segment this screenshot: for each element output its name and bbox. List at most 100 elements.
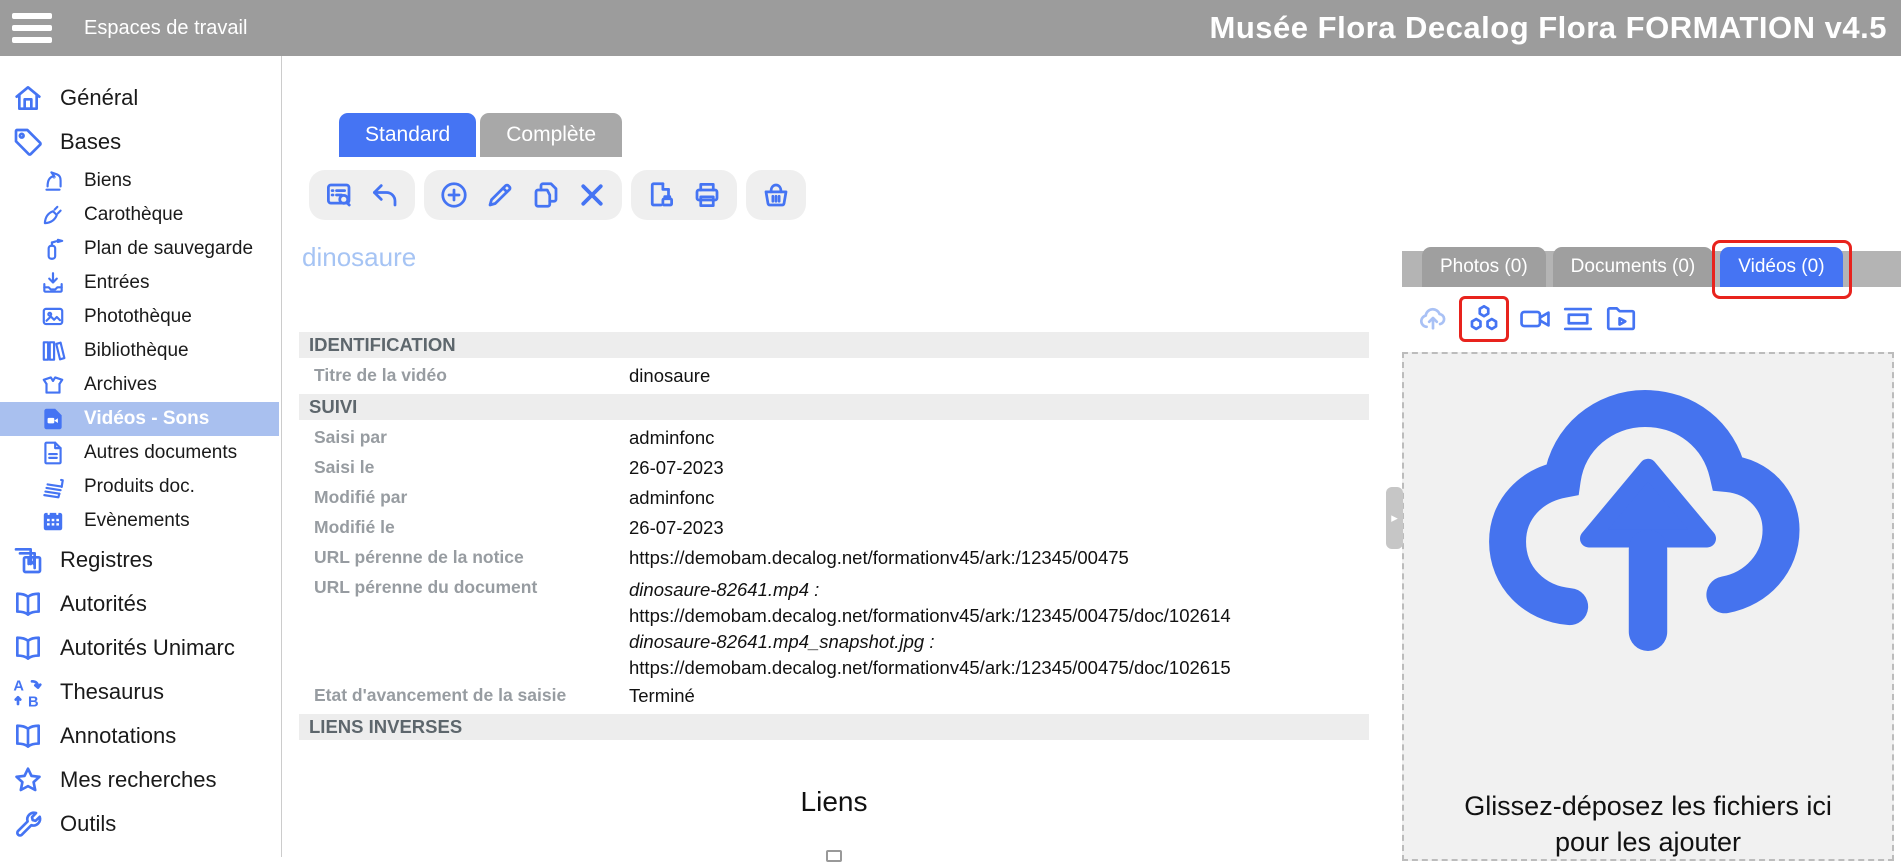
- fire-extinguisher-icon: [40, 236, 66, 262]
- sidebar-item-label: Biens: [84, 170, 132, 192]
- sidebar-item-entrees[interactable]: Entrées: [0, 266, 281, 300]
- dropzone-instructions: Glissez-déposez les fichiers ici pour le…: [1404, 788, 1892, 860]
- home-icon: [12, 82, 44, 114]
- app-header: Espaces de travail Musée Flora Decalog F…: [0, 0, 1901, 56]
- field-value: dinosaure-82641.mp4 : https://demobam.de…: [629, 577, 1369, 681]
- media-toolbar: [1416, 296, 1638, 342]
- media-tabs: Photos (0) Documents (0) Vidéos (0): [1422, 247, 1843, 287]
- sidebar-item-videos-sons[interactable]: Vidéos - Sons: [0, 402, 279, 436]
- sidebar-item-registres[interactable]: Registres: [0, 538, 281, 582]
- cloud-upload-icon[interactable]: [1416, 302, 1450, 336]
- tab-photos[interactable]: Photos (0): [1422, 247, 1546, 287]
- document-icon: [40, 440, 66, 466]
- open-book-icon: [12, 720, 44, 752]
- dropzone-line1: Glissez-déposez les fichiers ici: [1404, 788, 1892, 824]
- workspace-label[interactable]: Espaces de travail: [84, 17, 247, 40]
- sidebar-item-label: Bibliothèque: [84, 340, 189, 362]
- field-url-document: URL pérenne du document dinosaure-82641.…: [299, 573, 1369, 681]
- sidebar-item-label: Général: [60, 85, 138, 111]
- tab-standard[interactable]: Standard: [339, 113, 476, 157]
- basket-icon[interactable]: [761, 180, 791, 210]
- sidebar-item-outils[interactable]: Outils: [0, 802, 281, 846]
- app-title: Musée Flora Decalog Flora FORMATION v4.5: [1210, 10, 1887, 46]
- wrench-icon: [12, 808, 44, 840]
- sidebar-item-label: Outils: [60, 811, 116, 837]
- film-timeline-icon[interactable]: [1561, 302, 1595, 336]
- sidebar-item-archives[interactable]: Archives: [0, 368, 281, 402]
- panel-splitter-handle[interactable]: ▸: [1386, 487, 1403, 549]
- sidebar-item-label: Evènements: [84, 510, 190, 532]
- field-value: adminfonc: [629, 487, 1369, 509]
- open-book-icon: [12, 588, 44, 620]
- record-toolbar: [309, 170, 806, 220]
- field-value: adminfonc: [629, 427, 1369, 449]
- sidebar-item-thesaurus[interactable]: AB Thesaurus: [0, 670, 281, 714]
- hamburger-menu-icon[interactable]: [12, 13, 52, 43]
- sidebar-item-bases[interactable]: Bases: [0, 120, 281, 164]
- paper-stack-icon: [40, 474, 66, 500]
- toolbar-group-basket: [746, 170, 806, 220]
- sidebar-item-label: Vidéos - Sons: [84, 408, 209, 430]
- section-suivi: SUIVI: [299, 394, 1369, 420]
- sidebar-item-evenements[interactable]: Evènements: [0, 504, 281, 538]
- liens-heading: Liens: [299, 786, 1369, 818]
- red-annotation-cubes-icon: [1459, 296, 1509, 342]
- sidebar-item-biens[interactable]: Biens: [0, 164, 281, 198]
- export-document-icon[interactable]: [646, 180, 676, 210]
- sidebar-item-bibliotheque[interactable]: Bibliothèque: [0, 334, 281, 368]
- sidebar-item-label: Autorités: [60, 591, 147, 617]
- tab-complete[interactable]: Complète: [480, 113, 622, 157]
- field-etat: Etat d'avancement de la saisie Terminé: [299, 681, 1369, 711]
- delete-x-icon[interactable]: [577, 180, 607, 210]
- undo-icon[interactable]: [370, 180, 400, 210]
- sidebar-item-annotations[interactable]: Annotations: [0, 714, 281, 758]
- sidebar-item-label: Autorités Unimarc: [60, 635, 235, 661]
- cubes-icon[interactable]: [1467, 302, 1501, 336]
- sidebar-item-plan-de-sauvegarde[interactable]: Plan de sauvegarde: [0, 232, 281, 266]
- sidebar-item-produits-doc[interactable]: Produits doc.: [0, 470, 281, 504]
- tab-documents[interactable]: Documents (0): [1553, 247, 1714, 287]
- sidebar-item-label: Carothèque: [84, 204, 183, 226]
- sidebar-item-phototheque[interactable]: Photothèque: [0, 300, 281, 334]
- sidebar-item-label: Mes recherches: [60, 767, 217, 793]
- sidebar-item-autorites[interactable]: Autorités: [0, 582, 281, 626]
- record-title: dinosaure: [302, 242, 416, 273]
- file-dropzone[interactable]: Glissez-déposez les fichiers ici pour le…: [1402, 352, 1894, 861]
- sort-ab-icon: AB: [12, 676, 44, 708]
- tag-icon: [12, 126, 44, 158]
- sidebar-item-autres-documents[interactable]: Autres documents: [0, 436, 281, 470]
- dropzone-line2: pour les ajouter: [1404, 824, 1892, 860]
- copy-icon[interactable]: [531, 180, 561, 210]
- field-saisi-le: Saisi le 26-07-2023: [299, 453, 1369, 483]
- media-panel: Photos (0) Documents (0) Vidéos (0): [1402, 56, 1901, 857]
- field-url-notice: URL pérenne de la notice https://demobam…: [299, 543, 1369, 573]
- field-label: Saisi le: [299, 457, 629, 478]
- field-value: 26-07-2023: [629, 517, 1369, 539]
- sidebar-item-label: Plan de sauvegarde: [84, 238, 253, 260]
- inbox-download-icon: [40, 270, 66, 296]
- sidebar-item-mes-recherches[interactable]: Mes recherches: [0, 758, 281, 802]
- sidebar-item-label: Thesaurus: [60, 679, 164, 705]
- toolbar-group-search: [309, 170, 415, 220]
- sidebar-item-general[interactable]: Général: [0, 76, 281, 120]
- section-identification: IDENTIFICATION: [299, 332, 1369, 358]
- video-camera-icon[interactable]: [1518, 302, 1552, 336]
- add-circle-icon[interactable]: [439, 180, 469, 210]
- list-search-icon[interactable]: [324, 180, 354, 210]
- sidebar-item-label: Produits doc.: [84, 476, 195, 498]
- document-filename: dinosaure-82641.mp4 :: [629, 577, 1369, 603]
- sidebar-item-label: Photothèque: [84, 306, 192, 328]
- sidebar: Général Bases Biens Carothèque Plan de s…: [0, 56, 282, 857]
- partial-icon: [826, 850, 842, 862]
- printer-icon[interactable]: [692, 180, 722, 210]
- svg-text:A: A: [13, 679, 24, 695]
- sidebar-item-label: Annotations: [60, 723, 176, 749]
- sidebar-item-autorites-unimarc[interactable]: Autorités Unimarc: [0, 626, 281, 670]
- sidebar-item-label: Bases: [60, 129, 121, 155]
- video-folder-icon[interactable]: [1604, 302, 1638, 336]
- record-table: IDENTIFICATION Titre de la vidéo dinosau…: [299, 329, 1369, 743]
- tab-videos[interactable]: Vidéos (0): [1720, 247, 1842, 287]
- sidebar-item-carotheque[interactable]: Carothèque: [0, 198, 281, 232]
- edit-pencil-icon[interactable]: [485, 180, 515, 210]
- field-label: URL pérenne du document: [299, 577, 629, 598]
